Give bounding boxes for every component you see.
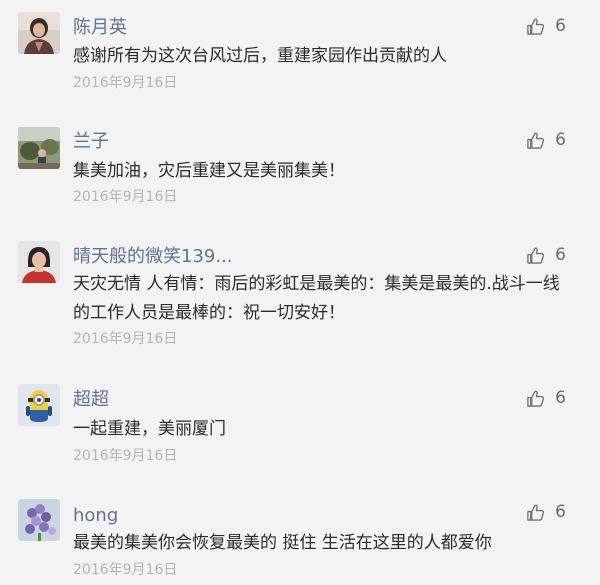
- commenter-name[interactable]: 陈月英: [73, 17, 127, 39]
- woman-portrait-icon: [18, 12, 60, 54]
- like-button[interactable]: 6: [526, 387, 566, 409]
- thumbs-up-icon: [527, 247, 545, 264]
- avatar[interactable]: [18, 12, 60, 54]
- commenter-name[interactable]: 晴天般的微笑139...: [73, 246, 233, 268]
- comment-date: 2016年9月16日: [73, 75, 178, 91]
- avatar[interactable]: [18, 499, 60, 541]
- thumbs-up-icon: [527, 390, 545, 407]
- like-count: 6: [555, 388, 566, 408]
- avatar[interactable]: [18, 127, 60, 169]
- comment-date: 2016年9月16日: [73, 448, 178, 464]
- like-button[interactable]: 6: [526, 501, 566, 523]
- thumbs-up-icon: [527, 18, 545, 35]
- commenter-name[interactable]: hong: [73, 505, 118, 527]
- comment-text: 集美加油，灾后重建又是美丽集美！: [73, 161, 345, 181]
- minion-toy-icon: [18, 384, 60, 426]
- hyacinth-flower-icon: [18, 499, 60, 541]
- like-count: 6: [555, 502, 566, 522]
- comment-text: 一起重建，美丽厦门: [73, 419, 226, 439]
- outdoor-photo-icon: [18, 127, 60, 169]
- avatar[interactable]: [18, 384, 60, 426]
- like-count: 6: [555, 245, 566, 265]
- avatar[interactable]: [18, 241, 60, 283]
- like-count: 6: [555, 16, 566, 36]
- thumbs-up-icon: [527, 132, 545, 149]
- comment-date: 2016年9月16日: [73, 331, 178, 347]
- comment-date: 2016年9月16日: [73, 562, 178, 578]
- woman-red-shirt-icon: [18, 241, 60, 283]
- comment-list: 陈月英 6 感谢所有为这次台风过后，重建家园作出贡献的人 2016年9月16日 …: [0, 0, 600, 585]
- comment-text: 天灾无情 人有情：雨后的彩虹是最美的：集美是最美的.战斗一线的工作人员是最棒的：…: [73, 274, 560, 323]
- like-button[interactable]: 6: [526, 244, 566, 266]
- like-button[interactable]: 6: [526, 15, 566, 37]
- like-count: 6: [555, 130, 566, 150]
- thumbs-up-icon: [527, 504, 545, 521]
- comment-text: 感谢所有为这次台风过后，重建家园作出贡献的人: [73, 46, 447, 66]
- comment-text: 最美的集美你会恢复最美的 挺住 生活在这里的人都爱你: [73, 533, 492, 553]
- comment-date: 2016年9月16日: [73, 189, 178, 205]
- commenter-name[interactable]: 兰子: [73, 131, 109, 153]
- like-button[interactable]: 6: [526, 129, 566, 151]
- commenter-name[interactable]: 超超: [73, 389, 109, 411]
